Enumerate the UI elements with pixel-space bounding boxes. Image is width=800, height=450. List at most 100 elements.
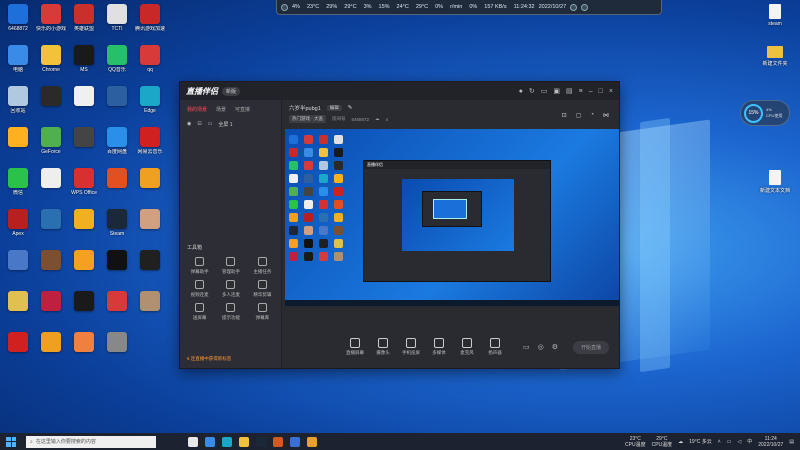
eye-icon[interactable]: ◎ [538,343,544,351]
source-button[interactable]: 摄像头 [369,338,397,356]
refresh-icon[interactable]: ↻ [529,87,535,95]
desktop-icon[interactable]: Steam [100,209,134,237]
desktop-icon[interactable] [133,250,167,272]
desktop-icon[interactable]: qq [133,45,167,73]
start-button[interactable] [4,435,18,449]
ime-icon[interactable]: 中 [747,438,752,445]
desktop-icon[interactable] [67,332,101,354]
desktop-file[interactable]: steam [755,4,795,27]
app-titlebar[interactable]: 直播伴侣 新版 ● ↻ ▭ ▣ ▤ ≡ – □ × [180,82,619,100]
bag-icon[interactable]: ▢ [576,112,582,119]
desktop-icon[interactable] [100,291,134,313]
desktop-icon[interactable]: 电脑 [1,45,35,73]
message-icon[interactable]: ▭ [541,87,548,95]
menu-icon[interactable]: ≡ [579,88,583,95]
share-icon[interactable]: ⋈ [603,112,609,119]
tool-button[interactable]: 精华剪辑 [247,280,278,298]
volume-icon[interactable]: ◁ [737,439,741,445]
desktop-icon[interactable]: 回收站 [1,86,35,114]
desktop-icon[interactable] [100,332,134,354]
sidebar-tab[interactable]: 可直接 [235,106,250,113]
taskbar-app-icon[interactable] [256,436,266,447]
bell-icon[interactable]: ◔ [590,112,594,119]
desktop-icon[interactable] [34,168,68,190]
desktop-icon[interactable]: QQ音乐 [100,45,134,73]
desktop-icon[interactable] [100,250,134,272]
source-button[interactable]: 直播屏幕 [341,338,369,356]
desktop-icon[interactable] [67,209,101,231]
desktop-icon[interactable]: 英雄联盟 [67,4,101,32]
scene-item[interactable]: ◉ ⊡ ▭ 全屏 1 [180,119,281,130]
desktop-icon[interactable]: Apex [1,209,35,237]
desktop-icon[interactable]: 6468872 [1,4,35,32]
source-button[interactable]: 扬声器 [481,338,509,356]
desktop-icon[interactable]: 网易云音乐 [133,127,167,155]
minimize-icon[interactable]: – [589,88,593,95]
network-icon[interactable]: ▭ [727,439,732,445]
taskbar-app-icon[interactable] [239,436,249,447]
settings-icon[interactable] [581,3,589,11]
live-preview[interactable]: 直播伴侣 [285,129,619,306]
camera-icon[interactable]: ▭ [523,343,530,351]
version-badge[interactable]: 新版 [222,86,241,96]
desktop-icon[interactable] [34,332,68,354]
taskbar-app-icon[interactable] [188,436,198,447]
desktop-icon[interactable] [34,86,68,108]
desktop-icon[interactable] [1,250,35,272]
desktop-icon[interactable]: GeForce [34,127,68,155]
desktop-icon[interactable] [100,168,134,190]
tool-button[interactable]: 送屏幕 [184,303,215,321]
source-button[interactable]: 手机投屏 [397,338,425,356]
edit-icon[interactable]: ✎ [348,105,353,111]
tool-button[interactable]: 主播任务 [247,257,278,275]
system-monitor-bar[interactable]: 4% 23°C 29% 29°C 3% 15% 24°C 29°C 0% r/min 0% 157 K… [276,0,662,15]
streaming-app-window[interactable]: 直播伴侣 新版 ● ↻ ▭ ▣ ▤ ≡ – □ × 我的场景 场景 可直接 ◉ ⊡ … [179,81,620,369]
tool-button[interactable]: 弹幕助手 [184,257,215,275]
tool-button[interactable]: 管理助手 [215,257,246,275]
cpu-widget[interactable]: 15% 4% CPU使用 [740,100,790,126]
avatar-icon[interactable]: ● [519,88,523,95]
tool-button[interactable]: 视频连麦 [184,280,215,298]
lock-icon[interactable]: ⊡ [562,112,567,119]
desktop-icon[interactable] [34,250,68,272]
sidebar-tab[interactable]: 我的场景 [187,106,207,113]
start-live-button[interactable]: 开始直播 [572,341,609,354]
desktop-icon[interactable]: Edge [133,86,167,114]
gear-icon[interactable]: ⚙ [552,343,558,351]
desktop-file[interactable]: 新建文本文档 [755,170,795,194]
maximize-icon[interactable]: □ [599,88,603,95]
taskbar-app-icon[interactable] [222,436,232,447]
room-category[interactable]: 热门游戏 · 大逃 [289,115,326,123]
room-edit-badge[interactable]: 编辑 [326,105,342,111]
sidebar-tab[interactable]: 场景 [216,106,226,113]
desktop-icon[interactable] [133,291,167,313]
desktop-icon[interactable]: 快乐的小游戏 [34,4,68,32]
taskbar-app-icon[interactable] [307,436,317,447]
desktop-icon[interactable] [67,250,101,272]
lock-icon[interactable]: ⊡ [197,121,201,128]
desktop-icon[interactable] [67,127,101,149]
eye-icon[interactable]: ◉ [187,121,191,128]
desktop-icon[interactable] [67,291,101,313]
shirt-icon[interactable]: ▤ [566,87,573,95]
desktop-icon[interactable] [100,86,134,108]
tool-button[interactable]: 弹幕库 [247,303,278,321]
chevron-up-icon[interactable]: ˄ [718,439,721,445]
desktop-icon[interactable]: MS [67,45,101,73]
moon-icon[interactable] [570,3,578,11]
source-button[interactable]: 多媒体 [425,338,453,356]
close-icon[interactable]: × [609,88,613,95]
desktop-icon[interactable]: WPS Office [67,168,101,196]
desktop-folder[interactable]: 新建文件夹 [755,46,795,67]
gift-icon[interactable]: ▣ [553,87,560,95]
desktop-icon[interactable] [34,209,68,231]
desktop-icon[interactable] [1,127,35,149]
weather[interactable]: 19°C 多云 [689,438,712,445]
desktop-icon[interactable] [34,291,68,313]
taskbar-app-icon[interactable] [290,436,300,447]
tool-button[interactable]: 多人连麦 [215,280,246,298]
desktop-icon[interactable] [1,332,35,354]
clock[interactable]: 11:24 2022/10/27 [758,436,783,448]
notification-icon[interactable]: ▤ [789,439,794,445]
desktop-icon[interactable] [67,86,101,108]
